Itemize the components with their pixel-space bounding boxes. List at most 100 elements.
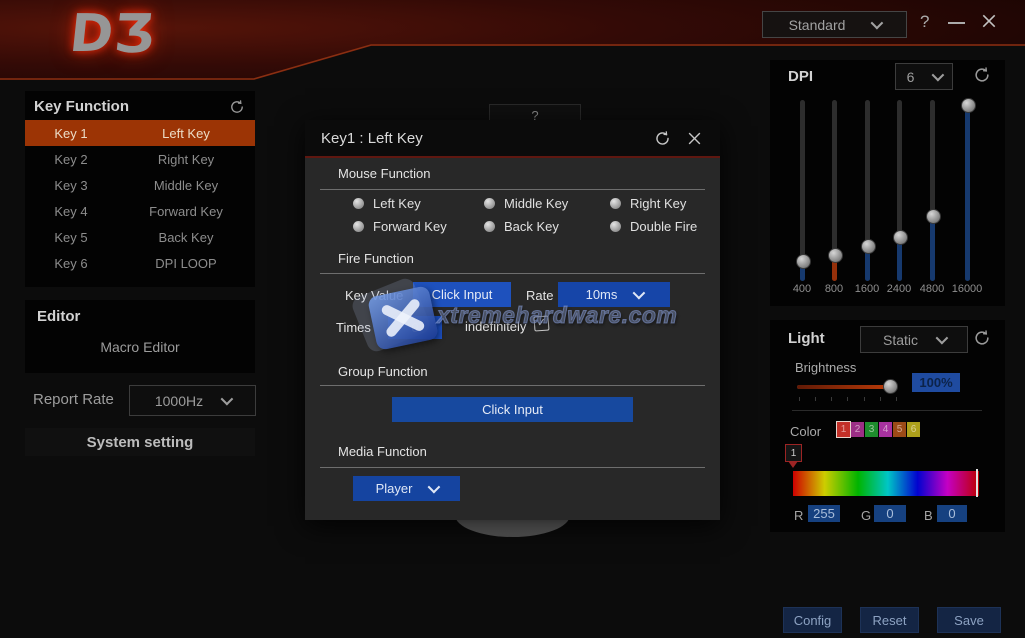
slider-thumb[interactable] [961,98,976,113]
chevron-down-icon [633,287,646,300]
key-name: Key 2 [25,152,117,167]
key-row-1[interactable]: Key 1 Left Key [25,120,255,146]
light-mode-dropdown[interactable]: Static [860,326,968,353]
r-label: R [794,508,803,523]
brightness-label: Brightness [795,360,856,375]
close-button[interactable] [981,13,997,29]
radio-label: Left Key [373,196,421,211]
g-label: G [861,508,871,523]
key-value-click-input-button[interactable]: Click Input [413,282,511,307]
media-player-dropdown[interactable]: Player [353,476,460,501]
times-input[interactable]: 0 [388,316,442,339]
dialog-refresh-icon[interactable] [654,130,671,147]
hue-cursor[interactable] [976,469,978,497]
fire-function-title: Fire Function [338,251,414,266]
radio-icon [353,198,364,209]
slider-thumb[interactable] [926,209,941,224]
g-value[interactable]: 0 [874,505,906,522]
dpi-slider-2400[interactable] [897,100,902,281]
minimize-button[interactable] [948,22,965,24]
indefinitely-checkbox[interactable]: ✓ [533,315,549,331]
slider-fill [930,218,935,281]
radio-label: Right Key [630,196,686,211]
b-value[interactable]: 0 [937,505,967,522]
radio-double-fire[interactable]: Double Fire [610,219,697,234]
key-function-panel: Key Function Key 1 Left Key Key 2 Right … [25,91,255,287]
profile-dropdown[interactable]: Standard [762,11,907,38]
check-icon: ✓ [536,316,546,330]
key-row-3[interactable]: Key 3 Middle Key [25,172,255,198]
r-value[interactable]: 255 [808,505,840,522]
key-assignment: Left Key [117,126,255,141]
dpi-refresh-icon[interactable] [973,66,991,84]
color-swatch-1[interactable]: 1 [837,422,850,437]
color-swatch-5[interactable]: 5 [893,422,906,437]
color-swatch-4[interactable]: 4 [879,422,892,437]
profile-dropdown-value: Standard [789,17,846,33]
dpi-stage-dropdown[interactable]: 6 [895,63,953,90]
dpi-slider-400[interactable] [800,100,805,281]
dpi-slider-16000[interactable] [965,100,970,281]
slider-thumb[interactable] [893,230,908,245]
system-setting-button[interactable]: System setting [25,428,255,456]
dpi-slider-1600[interactable] [865,100,870,281]
color-swatch-6[interactable]: 6 [907,422,920,437]
save-button[interactable]: Save [937,607,1001,633]
rate-dropdown[interactable]: 10ms [558,282,670,307]
dpi-value-label: 4800 [912,283,952,295]
help-button[interactable]: ? [920,12,929,32]
slider-thumb[interactable] [796,254,811,269]
key-row-2[interactable]: Key 2 Right Key [25,146,255,172]
color-swatch-2[interactable]: 2 [851,422,864,437]
reset-button[interactable]: Reset [860,607,919,633]
radio-icon [610,221,621,232]
key-name: Key 6 [25,256,117,271]
media-player-value: Player [376,481,413,496]
chevron-down-icon [428,481,441,494]
report-rate-row: Report Rate 1000Hz [25,385,255,415]
key-row-5[interactable]: Key 5 Back Key [25,224,255,250]
light-refresh-icon[interactable] [973,329,991,347]
macro-editor-button[interactable]: Macro Editor [25,339,255,355]
color-swatch-3[interactable]: 3 [865,422,878,437]
dialog-title: Key1 : Left Key [321,130,423,147]
radio-middle-key[interactable]: Middle Key [484,196,568,211]
dialog-close-icon[interactable] [687,131,702,146]
key-row-6[interactable]: Key 6 DPI LOOP [25,250,255,276]
hue-gradient-bar[interactable] [793,471,979,496]
brightness-thumb[interactable] [883,379,898,394]
key-row-4[interactable]: Key 4 Forward Key [25,198,255,224]
divider [792,410,982,411]
rate-value: 10ms [586,287,618,302]
slider-thumb[interactable] [828,248,843,263]
radio-right-key[interactable]: Right Key [610,196,686,211]
report-rate-dropdown[interactable]: 1000Hz [129,385,256,416]
config-button[interactable]: Config [783,607,842,633]
radio-icon [610,198,621,209]
radio-label: Double Fire [630,219,697,234]
dpi-slider-4800[interactable] [930,100,935,281]
divider [320,189,705,190]
dpi-slider-800[interactable] [832,100,837,281]
chevron-down-icon [871,17,884,30]
chevron-down-icon [932,69,945,82]
key-assignment: Right Key [117,152,255,167]
hue-marker-flag[interactable]: 1 [785,444,802,462]
brightness-ticks [799,397,897,401]
radio-left-key[interactable]: Left Key [353,196,421,211]
brightness-fill [797,385,889,389]
refresh-icon[interactable] [229,99,245,115]
key-name: Key 3 [25,178,117,193]
light-mode-value: Static [883,332,918,348]
radio-forward-key[interactable]: Forward Key [353,219,447,234]
report-rate-value: 1000Hz [155,393,203,409]
radio-icon [484,198,495,209]
radio-back-key[interactable]: Back Key [484,219,559,234]
group-click-input-button[interactable]: Click Input [392,397,633,422]
color-label: Color [790,424,821,439]
brightness-value-badge: 100% [912,373,960,392]
radio-label: Middle Key [504,196,568,211]
slider-thumb[interactable] [861,239,876,254]
close-icon [981,13,997,29]
brightness-slider[interactable] [797,378,897,396]
